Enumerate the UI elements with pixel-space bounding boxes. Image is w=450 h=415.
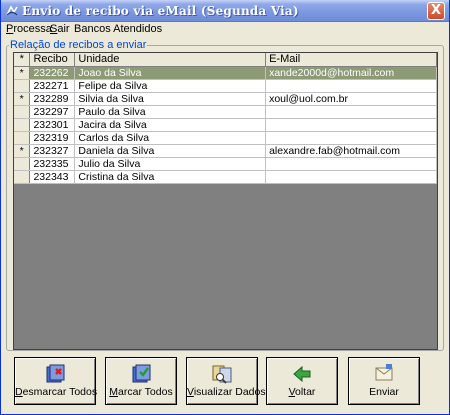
cell-email[interactable]: xoul@uol.com.br [265,92,437,106]
desmarcar-todos-mnemonic: D [15,386,23,398]
cell-recibo[interactable]: 232301 [29,118,76,132]
desmarcar-todos-text: esmarcar Todos [22,386,98,398]
table-row[interactable]: 232271 Felipe da Silva [14,79,437,93]
row-mark[interactable] [14,105,31,119]
cell-unidade[interactable]: Joao da Silva [74,66,267,80]
col-header-unidade[interactable]: Unidade [74,53,267,67]
cell-recibo[interactable]: 232335 [29,157,76,171]
cell-recibo[interactable]: 232319 [29,131,76,145]
cell-email[interactable] [265,170,437,184]
table-row[interactable]: * 232289 Silvia da Silva xoul@uol.com.br [14,92,437,106]
cell-unidade[interactable]: Felipe da Silva [74,79,267,93]
cell-email[interactable] [265,79,437,93]
back-arrow-icon [293,365,311,383]
col-header-email[interactable]: E-Mail [265,53,437,67]
window-title: Envio de recibo via eMail (Segunda Via) [22,4,299,18]
desmarcar-todos-button[interactable]: Desmarcar Todos [14,357,98,405]
menu-sair-label: air [57,23,70,35]
marcar-todos-mnemonic: M [109,386,119,398]
menu-processa-label: rocessa [13,23,52,35]
table-row[interactable]: * 232327 Daniela da Silva alexandre.fab@… [14,144,437,158]
cell-unidade[interactable]: Carlos da Silva [74,131,267,145]
marcar-todos-label: Marcar Todos [106,386,176,398]
cell-recibo[interactable]: 232271 [29,79,76,93]
visualizar-dados-button[interactable]: Visualizar Dados [186,357,266,405]
recibos-group-label: Relação de recibos a enviar [9,39,148,51]
cell-recibo[interactable]: 232297 [29,105,76,119]
menu-sair[interactable]: Sair [50,23,70,35]
close-button[interactable]: X [427,2,445,20]
desmarcar-todos-label: Desmarcar Todos [15,386,98,398]
table-row[interactable]: 232301 Jacira da Silva [14,118,437,132]
row-mark[interactable] [14,131,31,145]
cell-email[interactable] [265,105,437,119]
cell-unidade[interactable]: Silvia da Silva [74,92,267,106]
cell-recibo[interactable]: 232343 [29,170,76,184]
cell-unidade[interactable]: Julio da Silva [74,157,267,171]
enviar-label: Enviar [369,386,399,398]
row-mark[interactable]: * [14,66,31,80]
cell-unidade[interactable]: Cristina da Silva [74,170,267,184]
row-mark[interactable] [14,157,31,171]
cell-email[interactable]: alexandre.fab@hotmail.com [265,144,437,158]
visualizar-dados-text: isualizar Dados [193,386,266,398]
recibos-grid[interactable]: * Recibo Unidade E-Mail * 232262 Joao da… [13,52,438,350]
title-bar[interactable]: Envio de recibo via eMail (Segunda Via) … [1,0,449,22]
table-row[interactable]: 232297 Paulo da Silva [14,105,437,119]
row-mark[interactable]: * [14,92,31,106]
col-header-select[interactable]: * [14,53,31,67]
row-mark[interactable]: * [14,144,31,158]
cell-unidade[interactable]: Jacira da Silva [74,118,267,132]
cell-recibo[interactable]: 232289 [29,92,76,106]
check-all-icon [132,364,151,383]
grid-header-row: * Recibo Unidade E-Mail [14,53,437,67]
main-window: Envio de recibo via eMail (Segunda Via) … [0,0,450,415]
app-icon [6,5,18,16]
row-mark[interactable] [14,118,31,132]
cell-recibo[interactable]: 232262 [29,66,76,80]
col-header-recibo[interactable]: Recibo [29,53,76,67]
enviar-button[interactable]: Enviar [348,357,420,405]
table-row[interactable]: 232319 Carlos da Silva [14,131,437,145]
table-row[interactable]: 232335 Julio da Silva [14,157,437,171]
menu-bar: Processa Sair Bancos Atendidos [2,23,448,37]
cell-email[interactable] [265,157,437,171]
table-row[interactable]: * 232262 Joao da Silva xande2000d@hotmai… [14,66,437,80]
cell-email[interactable] [265,131,437,145]
cell-recibo[interactable]: 232327 [29,144,76,158]
cell-email[interactable]: xande2000d@hotmail.com [265,66,437,80]
cell-email[interactable] [265,118,437,132]
voltar-button[interactable]: Voltar [266,357,338,405]
visualizar-dados-label: Visualizar Dados [187,386,266,398]
view-data-icon [212,365,232,384]
send-icon [375,364,393,381]
uncheck-all-icon [46,364,65,383]
table-row[interactable]: 232343 Cristina da Silva [14,170,437,184]
voltar-label: Voltar [267,386,337,398]
marcar-todos-text: arcar Todos [118,386,173,398]
menu-processa[interactable]: Processa [6,23,52,35]
row-mark[interactable] [14,79,31,93]
cell-unidade[interactable]: Paulo da Silva [74,105,267,119]
menu-bancos-atendidos[interactable]: Bancos Atendidos [74,23,162,35]
cell-unidade[interactable]: Daniela da Silva [74,144,267,158]
visualizar-dados-mnemonic: V [187,386,194,398]
row-mark[interactable] [14,170,31,184]
marcar-todos-button[interactable]: Marcar Todos [105,357,177,405]
voltar-text: oltar [295,386,316,398]
